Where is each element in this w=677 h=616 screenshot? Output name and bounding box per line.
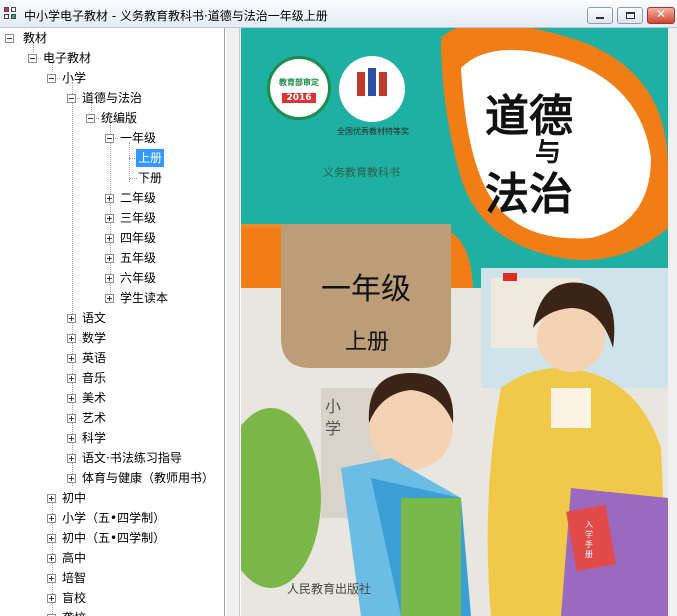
tree-node-label: 艺术	[82, 411, 107, 425]
publisher-text: 人民教育出版社	[287, 582, 372, 596]
maximize-icon	[626, 12, 635, 19]
tree-node-label: 五年级	[120, 251, 157, 265]
expand-icon[interactable]	[47, 534, 56, 543]
close-button[interactable]: ✕	[647, 7, 675, 24]
tree-node-label: 聋校	[60, 608, 88, 616]
badge-year: 2016	[282, 93, 316, 103]
expand-icon[interactable]	[67, 474, 76, 483]
book-label-text: 入学手册	[585, 520, 593, 559]
expand-icon[interactable]	[105, 274, 114, 283]
collapse-icon[interactable]	[86, 114, 95, 123]
collapse-icon[interactable]	[5, 34, 14, 43]
series-text: 义务教育教科书	[323, 166, 400, 179]
badge-text: 教育部审定	[279, 78, 319, 87]
expand-icon[interactable]	[47, 554, 56, 563]
award-text: 全国优秀教材特等奖	[337, 127, 409, 136]
tree-node-label: 上册	[136, 149, 165, 167]
tree-node-label: 一年级	[120, 131, 157, 145]
tree-node-label: 道德与法治	[82, 91, 143, 105]
tree-node-label: 初中	[62, 491, 87, 505]
book-cover-image: 教育部审定 2016 全国优秀教材特等奖 义务教育教科书 道德 与 法治 一年级…	[241, 28, 668, 616]
expand-icon[interactable]	[47, 514, 56, 523]
expand-icon[interactable]	[67, 394, 76, 403]
tree-node-label: 三年级	[120, 211, 157, 225]
collapse-icon[interactable]	[47, 74, 56, 83]
tree-node-label: 小学（五•四学制）	[62, 511, 166, 525]
tree-node-label: 六年级	[120, 271, 157, 285]
app-icon	[4, 7, 18, 20]
window-title-bar: 中小学电子教材 - 义务教育教科书·道德与法治一年级上册 ✕	[0, 0, 677, 28]
collapse-icon[interactable]	[105, 134, 114, 143]
tree-node-label: 英语	[82, 351, 107, 365]
collapse-icon[interactable]	[28, 54, 37, 63]
school-sign-text: 小学	[325, 397, 342, 438]
expand-icon[interactable]	[67, 354, 76, 363]
expand-icon[interactable]	[67, 454, 76, 463]
tree-node-label: 二年级	[120, 191, 157, 205]
tree-node-label: 音乐	[82, 371, 107, 385]
expand-icon[interactable]	[67, 334, 76, 343]
expand-icon[interactable]	[67, 314, 76, 323]
tree-node-label: 初中（五•四学制）	[62, 531, 166, 545]
expand-icon[interactable]	[105, 214, 114, 223]
tree-node-label: 培智	[62, 571, 87, 585]
expand-icon[interactable]	[67, 414, 76, 423]
textbook-tree[interactable]: 教材 电子教材 小学 道德与法治 统编版 一年级 上册 下册 二年级 三年级 四…	[0, 28, 225, 616]
tree-node-label: 统编版	[101, 111, 138, 125]
collapse-icon[interactable]	[67, 94, 76, 103]
panel-splitter[interactable]	[226, 28, 240, 616]
tree-node-label: 电子教材	[43, 51, 92, 65]
maximize-button[interactable]	[617, 7, 643, 24]
expand-icon[interactable]	[105, 194, 114, 203]
window-title: 中小学电子教材 - 义务教育教科书·道德与法治一年级上册	[24, 9, 328, 23]
tree-node-label: 高中	[62, 551, 87, 565]
approval-badge: 教育部审定 2016	[267, 56, 331, 120]
expand-icon[interactable]	[67, 374, 76, 383]
expand-icon[interactable]	[105, 234, 114, 243]
volume-text: 上册	[345, 330, 390, 355]
expand-icon[interactable]	[47, 594, 56, 603]
tree-node-label: 语文	[82, 311, 107, 325]
close-icon: ✕	[656, 7, 667, 21]
tree-node-label: 数学	[82, 331, 107, 345]
tree-node-label: 学生读本	[120, 291, 169, 305]
book-title-bottom: 法治	[485, 169, 573, 220]
tree-node-label: 盲校	[62, 591, 87, 605]
award-seal	[339, 56, 405, 122]
expand-icon[interactable]	[105, 254, 114, 263]
expand-icon[interactable]	[47, 494, 56, 503]
tree-node-label: 小学	[62, 71, 87, 85]
expand-icon[interactable]	[47, 574, 56, 583]
minimize-icon	[596, 17, 604, 19]
expand-icon[interactable]	[67, 434, 76, 443]
expand-icon[interactable]	[105, 294, 114, 303]
tree-node-label: 教材	[23, 31, 48, 45]
tree-node-label: 下册	[138, 171, 163, 185]
tree-node-label: 四年级	[120, 231, 157, 245]
tree-node-label: 科学	[82, 431, 107, 445]
window-border	[668, 28, 677, 616]
tree-node-label: 美术	[82, 391, 107, 405]
tree-node-label: 语文·书法练习指导	[82, 451, 182, 465]
tree-node-label: 体育与健康（教师用书）	[82, 471, 215, 485]
minimize-button[interactable]	[587, 7, 613, 24]
grade-text: 一年级	[321, 272, 411, 307]
